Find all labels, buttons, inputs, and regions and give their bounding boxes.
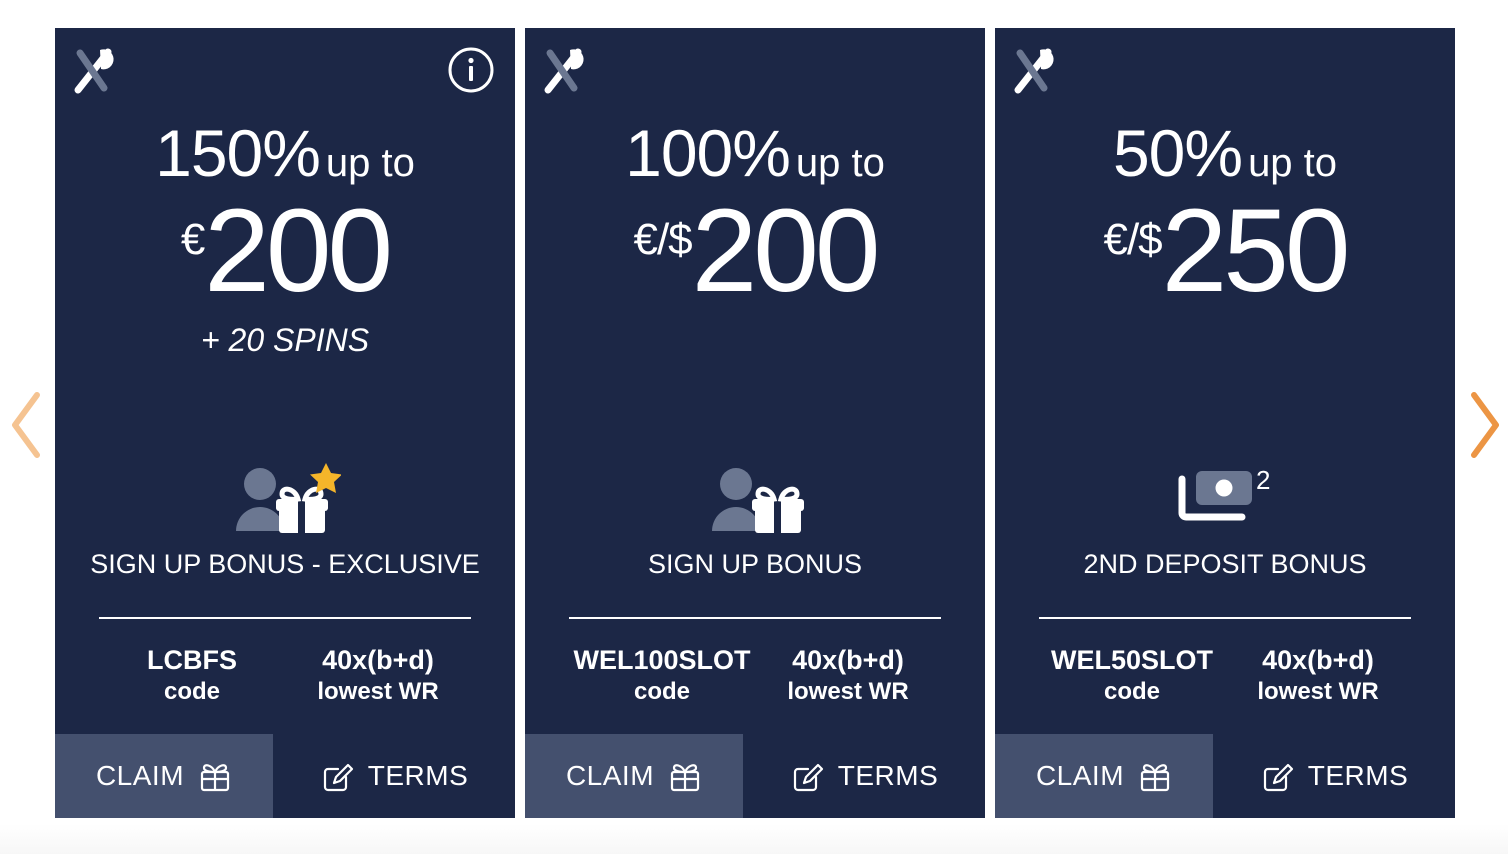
bonus-type-label: SIGN UP BONUS <box>647 548 863 579</box>
bonus-wr-cell: 40x(b+d) lowest WR <box>285 643 471 708</box>
bonus-wr-value: 40x(b+d) <box>792 644 904 675</box>
bonus-upto-label: up to <box>1248 141 1338 185</box>
bonus-code-cell: LCBFS code <box>99 643 285 708</box>
bonus-card-footer: CLAIM TERMS <box>55 734 515 818</box>
bonus-headline: 100% up to <box>625 120 885 186</box>
bonus-code-value: WEL100SLOT <box>573 644 751 675</box>
bonus-wr-value: 40x(b+d) <box>1262 644 1374 675</box>
terms-button-label: TERMS <box>367 760 469 791</box>
bonus-meta-row: LCBFS code 40x(b+d) lowest WR <box>99 643 471 708</box>
claim-button[interactable]: CLAIM <box>55 734 273 818</box>
bonus-code-sublabel: code <box>1103 678 1160 706</box>
bonus-wr-value: 40x(b+d) <box>322 644 434 675</box>
bonus-amount: 200 <box>691 185 881 317</box>
card-divider <box>1039 616 1411 619</box>
chevron-left-icon <box>12 392 40 458</box>
bonus-headline: 50% up to <box>1113 120 1337 186</box>
carousel-next-button[interactable] <box>1462 383 1506 467</box>
bonus-type-label: 2ND DEPOSIT BONUS <box>1083 548 1367 579</box>
claim-button-label: CLAIM <box>95 760 185 791</box>
bonus-code-value: WEL50SLOT <box>1050 644 1213 675</box>
bonus-code-sublabel: code <box>633 678 690 706</box>
bonus-card-body: 150% up to € 200 + 20 SPINS SIGN UP BONU… <box>55 28 515 734</box>
bonus-meta-row: WEL100SLOT code 40x(b+d) lowest WR <box>569 643 941 708</box>
page-bottom-strip <box>0 824 1508 854</box>
card-divider <box>569 616 941 619</box>
bonus-amount: 250 <box>1161 185 1351 317</box>
bonus-card-footer: CLAIM TERMS <box>995 734 1455 818</box>
terms-button-label: TERMS <box>1307 760 1409 791</box>
gift-icon <box>668 759 702 793</box>
deposit-number-badge: 2 <box>1256 469 1270 495</box>
user-gift-icon <box>705 463 805 537</box>
gift-icon <box>1138 759 1172 793</box>
bonus-wr-sublabel: lowest WR <box>1257 678 1379 706</box>
bonus-card-body: 50% up to €/$ 250 2 2ND DEPOSIT BONUS WE… <box>995 28 1455 734</box>
bonus-wr-cell: 40x(b+d) lowest WR <box>1225 643 1411 708</box>
bonus-extra-spins: + 20 SPINS <box>200 322 370 358</box>
claim-button[interactable]: CLAIM <box>525 734 743 818</box>
bonus-type-label: SIGN UP BONUS - EXCLUSIVE <box>90 548 480 579</box>
bonus-carousel: 150% up to € 200 + 20 SPINS SIGN UP BONU… <box>0 0 1508 854</box>
crossed-pin-logo-icon <box>541 44 589 96</box>
bonus-headline: 150% up to <box>155 120 415 186</box>
bonus-amount-row: €/$ 200 <box>633 185 881 317</box>
terms-button[interactable]: TERMS <box>273 734 515 818</box>
crossed-pin-logo-icon <box>71 44 119 96</box>
bonus-amount-row: €/$ 250 <box>1103 185 1351 317</box>
chevron-right-icon <box>1471 392 1499 458</box>
bonus-code-cell: WEL100SLOT code <box>569 643 755 708</box>
terms-button[interactable]: TERMS <box>743 734 985 818</box>
bonus-upto-label: up to <box>325 141 415 185</box>
bonus-percent: 50% <box>1112 116 1243 190</box>
terms-button-label: TERMS <box>837 760 939 791</box>
bonus-card[interactable]: 150% up to € 200 + 20 SPINS SIGN UP BONU… <box>55 28 515 818</box>
bonus-amount-row: € 200 <box>180 185 393 317</box>
claim-button[interactable]: CLAIM <box>995 734 1213 818</box>
bonus-percent: 150% <box>155 116 321 190</box>
bonus-code-cell: WEL50SLOT code <box>1039 643 1225 708</box>
edit-square-icon <box>320 759 354 793</box>
bonus-currency: € <box>180 215 206 264</box>
terms-button[interactable]: TERMS <box>1213 734 1455 818</box>
bonus-percent: 100% <box>625 116 791 190</box>
bonus-card-footer: CLAIM TERMS <box>525 734 985 818</box>
card-divider <box>99 616 471 619</box>
claim-button-label: CLAIM <box>1035 760 1125 791</box>
bonus-amount: 200 <box>204 185 393 317</box>
gift-icon <box>198 759 232 793</box>
edit-square-icon <box>790 759 824 793</box>
carousel-prev-button[interactable] <box>5 383 49 467</box>
crossed-pin-logo-icon <box>1011 44 1059 96</box>
info-circle-icon[interactable] <box>447 46 495 94</box>
bonus-wr-sublabel: lowest WR <box>787 678 909 706</box>
bonus-card[interactable]: 50% up to €/$ 250 2 2ND DEPOSIT BONUS WE… <box>995 28 1455 818</box>
bonus-upto-label: up to <box>795 141 885 185</box>
edit-square-icon <box>1260 759 1294 793</box>
bonus-card-list: 150% up to € 200 + 20 SPINS SIGN UP BONU… <box>55 28 1455 818</box>
claim-button-label: CLAIM <box>565 760 655 791</box>
bonus-wr-cell: 40x(b+d) lowest WR <box>755 643 941 708</box>
bonus-meta-row: WEL50SLOT code 40x(b+d) lowest WR <box>1039 643 1411 708</box>
bonus-currency: €/$ <box>633 215 692 264</box>
bonus-code-sublabel: code <box>163 678 220 706</box>
bonus-card-body: 100% up to €/$ 200 SIGN UP BONUS WEL100S… <box>525 28 985 734</box>
bonus-currency: €/$ <box>1103 215 1162 264</box>
bonus-card[interactable]: 100% up to €/$ 200 SIGN UP BONUS WEL100S… <box>525 28 985 818</box>
bonus-code-value: LCBFS <box>147 644 237 675</box>
banknotes-two-icon: 2 <box>1174 463 1276 537</box>
bonus-wr-sublabel: lowest WR <box>317 678 439 706</box>
user-gift-star-icon <box>229 462 341 537</box>
